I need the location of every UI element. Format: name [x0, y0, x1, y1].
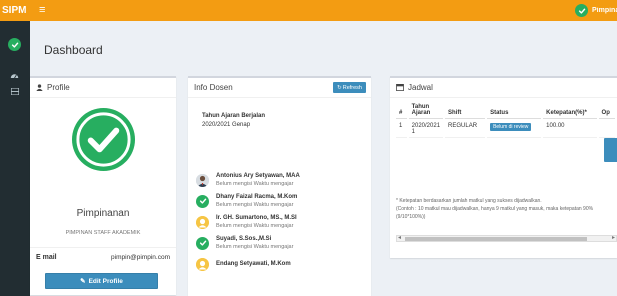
dosen-list-item[interactable]: Endang Setyawati, M.Kom: [196, 254, 291, 274]
jadwal-table: # Tahun Ajaran Shift Status Ketepatan(%)…: [394, 100, 617, 140]
edit-icon: ✎: [80, 278, 86, 285]
dosen-list-item[interactable]: Antonius Ary Setyawan, MAA Belum mengisi …: [196, 170, 300, 190]
col-header: Shift: [445, 102, 486, 119]
tahun-ajaran-cell: 2020/2021 1: [408, 121, 444, 138]
check-circle-icon: [71, 107, 136, 172]
check-circle-icon: [575, 4, 588, 17]
list-icon[interactable]: [7, 84, 22, 99]
check-circle-icon: [196, 194, 209, 208]
user-menu[interactable]: Pimpinan: [575, 3, 617, 18]
hamburger-icon[interactable]: ≡: [39, 3, 45, 17]
status-badge: Belum di review: [490, 123, 532, 131]
table-row[interactable]: 1 2020/2021 1 REGULAR Belum di review 100…: [396, 121, 615, 138]
tahun-suffix: 1: [411, 129, 416, 135]
main-content: Dashboard Profile Pimpinanan PIMPINAN ST…: [30, 21, 617, 296]
page-title: Dashboard: [44, 43, 103, 57]
dashboard-icon[interactable]: [7, 67, 22, 82]
shift-cell: REGULAR: [445, 121, 486, 138]
jadwal-header: Jadwal: [390, 78, 617, 98]
jadwal-panel: Jadwal # Tahun Ajaran Shift Status Ketep…: [390, 76, 617, 258]
dosen-status: Belum mengisi Waktu mengajar: [216, 181, 294, 187]
note-line: (Contoh : 10 matkul mau dijadwalkan, han…: [396, 206, 594, 220]
dosen-list-item[interactable]: Suyadi, S.Sos.,M.Si Belum mengisi Waktu m…: [196, 233, 293, 253]
tahun-value: 2020/2021: [411, 123, 441, 129]
user-name: Pimpinan: [592, 7, 617, 14]
dosen-status: Belum mengisi Waktu mengajar: [216, 202, 294, 208]
user-icon: [36, 84, 43, 91]
option-button[interactable]: [604, 138, 617, 162]
refresh-icon: ↻: [337, 84, 342, 91]
tahun-ajaran-value: 2020/2021 Genap: [202, 122, 251, 128]
profile-role: PIMPINAN STAFF AKADEMIK: [65, 230, 141, 236]
email-value: pimpin@pimpin.com: [111, 254, 170, 261]
dosen-name: Endang Setyawati, M.Kom: [216, 261, 291, 267]
top-navbar: SIPM ≡ Pimpinan: [0, 0, 617, 21]
user-avatar-icon: [196, 257, 209, 271]
calendar-icon: [396, 84, 404, 91]
sidebar: [0, 21, 30, 296]
scrollbar-thumb[interactable]: [405, 237, 587, 241]
dosen-list-item[interactable]: Dhany Faizal Racma, M.Kom Belum mengisi W…: [196, 191, 297, 211]
dosen-name: Suyadi, S.Sos.,M.Si: [216, 236, 272, 242]
profile-name: Pimpinanan: [76, 208, 130, 219]
person-photo-icon: [196, 173, 209, 187]
app-brand[interactable]: SIPM: [0, 0, 30, 21]
profile-header: Profile: [30, 78, 176, 98]
dosen-status: Belum mengisi Waktu mengajar: [216, 223, 294, 229]
row-number: 1: [396, 121, 407, 138]
check-circle-icon[interactable]: [7, 37, 22, 52]
profile-panel: Profile Pimpinanan PIMPINAN STAFF AKADEM…: [30, 76, 176, 295]
user-avatar-icon: [196, 215, 209, 229]
info-dosen-title: Info Dosen: [194, 83, 233, 92]
tahun-ajaran-info: Tahun Ajaran Berjalan 2020/2021 Genap: [202, 112, 265, 130]
status-cell: Belum di review: [487, 121, 542, 138]
refresh-label: Refresh: [342, 84, 362, 91]
col-header: #: [396, 102, 407, 119]
refresh-button[interactable]: ↻ Refresh: [333, 82, 366, 93]
profile-header-label: Profile: [47, 83, 70, 92]
col-header: Op: [598, 102, 615, 119]
profile-email-row: E mail pimpin@pimpin.com: [30, 247, 176, 261]
profile-avatar: [71, 107, 136, 174]
table-header-row: # Tahun Ajaran Shift Status Ketepatan(%)…: [396, 102, 615, 119]
ketepatan-note: * Ketepatan berdasarkan jumlah matkul ya…: [396, 197, 612, 221]
info-dosen-panel: Info Dosen ↻ Refresh Tahun Ajaran Berjal…: [188, 76, 371, 296]
dosen-name: Dhany Faizal Racma, M.Kom: [216, 194, 298, 200]
col-header: Ketepatan(%)*: [543, 102, 597, 119]
tahun-ajaran-label: Tahun Ajaran Berjalan: [202, 113, 266, 119]
jadwal-title: Jadwal: [408, 83, 433, 92]
edit-profile-button[interactable]: ✎ Edit Profile: [45, 273, 158, 289]
option-cell: [598, 121, 615, 138]
note-line: * Ketepatan berdasarkan jumlah matkul ya…: [396, 198, 542, 204]
horizontal-scrollbar[interactable]: ◂ ▸: [396, 235, 617, 242]
col-header: Tahun Ajaran: [408, 102, 444, 119]
dosen-status: Belum mengisi Waktu mengajar: [216, 244, 294, 250]
dosen-list-item[interactable]: Ir. GH. Sumartono, MS., M.SI Belum mengis…: [196, 212, 297, 232]
edit-profile-label: Edit Profile: [88, 277, 123, 285]
scroll-left-icon[interactable]: ◂: [398, 234, 401, 241]
dosen-name: Antonius Ary Setyawan, MAA: [216, 173, 300, 179]
check-circle-icon: [196, 236, 209, 250]
col-header: Status: [487, 102, 542, 119]
email-label: E mail: [36, 254, 57, 261]
ketepatan-cell: 100.00: [543, 121, 597, 138]
dosen-name: Ir. GH. Sumartono, MS., M.SI: [216, 215, 297, 221]
scroll-right-icon[interactable]: ▸: [612, 234, 615, 241]
